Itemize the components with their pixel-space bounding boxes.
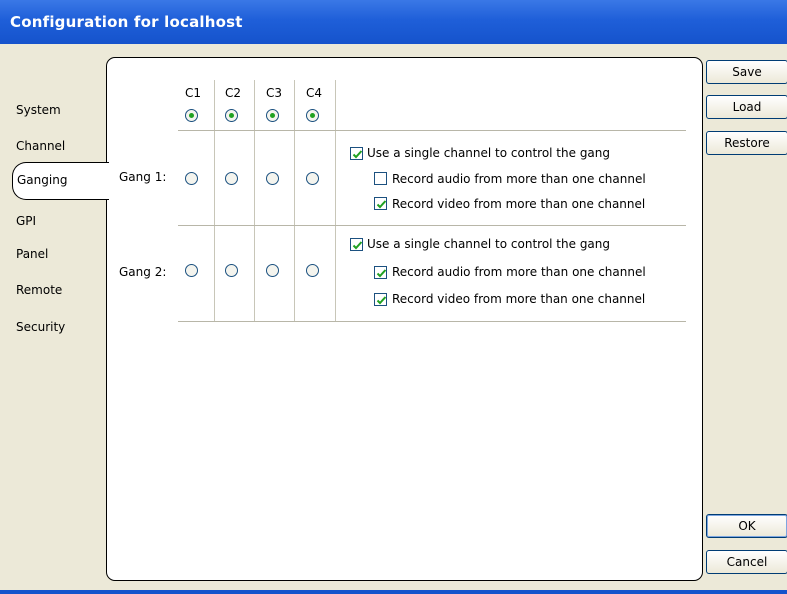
gang-2-radio-c3[interactable] [266,264,279,277]
sidebar-item-gpi[interactable]: GPI [16,214,36,228]
header-radio-c1[interactable] [185,109,198,122]
gang-1-single-channel-checkbox[interactable] [350,147,363,160]
load-button[interactable]: Load [706,95,787,119]
gang-2-record-video-checkbox[interactable] [374,293,387,306]
checkmark-icon [376,296,387,305]
gang-separator [178,130,686,131]
gang-2-record-audio-label: Record audio from more than one channel [392,265,646,279]
gang-1-record-audio-label: Record audio from more than one channel [392,172,646,186]
column-header-c3: C3 [266,86,283,100]
radio-selected-dot [270,113,275,118]
checkmark-icon [376,200,387,209]
column-header-c4: C4 [306,86,323,100]
header-radio-c3[interactable] [266,109,279,122]
gang-2-record-audio-checkbox[interactable] [374,266,387,279]
gang-separator [178,321,686,322]
gang-1-label: Gang 1: [119,170,167,184]
gang-1-radio-c4[interactable] [306,172,319,185]
gang-1-record-video-checkbox[interactable] [374,197,387,210]
window-title: Configuration for localhost [10,13,243,31]
gang-1-radio-c3[interactable] [266,172,279,185]
gang-2-record-video-label: Record video from more than one channel [392,292,646,306]
ganging-panel [106,57,703,581]
gang-2-radio-c1[interactable] [185,264,198,277]
sidebar-item-security[interactable]: Security [16,320,65,334]
grid-divider [335,80,336,322]
gang-2-single-channel-label: Use a single channel to control the gang [367,237,611,251]
cancel-button[interactable]: Cancel [706,550,787,574]
gang-2-radio-c4[interactable] [306,264,319,277]
radio-selected-dot [189,113,194,118]
gang-separator [178,225,686,226]
gang-1-single-channel-label: Use a single channel to control the gang [367,146,611,160]
sidebar-item-label: Ganging [17,173,68,187]
grid-divider [254,80,255,322]
title-bar: Configuration for localhost [0,0,787,44]
header-radio-c4[interactable] [306,109,319,122]
gang-2-radio-c2[interactable] [225,264,238,277]
grid-divider [294,80,295,322]
checkmark-icon [352,150,363,159]
sidebar-item-remote[interactable]: Remote [16,283,62,297]
sidebar-item-ganging[interactable]: Ganging [12,162,109,200]
gang-1-record-audio-checkbox[interactable] [374,172,387,185]
grid-divider [214,80,215,322]
sidebar-item-system[interactable]: System [16,103,61,117]
checkmark-icon [376,269,387,278]
checkmark-icon [352,241,363,250]
gang-2-label: Gang 2: [119,265,167,279]
window-bottom-border [0,590,787,594]
radio-selected-dot [310,113,315,118]
radio-selected-dot [229,113,234,118]
gang-1-record-video-label: Record video from more than one channel [392,197,646,211]
restore-button[interactable]: Restore [706,131,787,155]
column-header-c1: C1 [185,86,202,100]
ok-button[interactable]: OK [706,514,787,538]
gang-1-radio-c1[interactable] [185,172,198,185]
gang-1-radio-c2[interactable] [225,172,238,185]
gang-2-single-channel-checkbox[interactable] [350,238,363,251]
header-radio-c2[interactable] [225,109,238,122]
sidebar-item-channel[interactable]: Channel [16,139,65,153]
save-button[interactable]: Save [706,60,787,84]
sidebar-item-panel[interactable]: Panel [16,247,48,261]
column-header-c2: C2 [225,86,242,100]
